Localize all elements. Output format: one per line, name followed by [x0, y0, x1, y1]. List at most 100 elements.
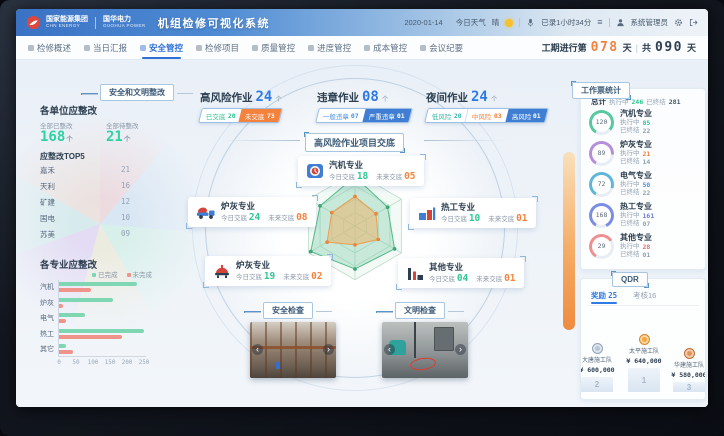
carousel-next-icon[interactable]: ›: [323, 344, 334, 355]
night-work-badges: 低风险20 中风险03 高风险01: [424, 108, 549, 123]
period-total-days: 090: [655, 40, 683, 55]
weather-value: 晴: [492, 17, 500, 28]
electric-cabinet: [434, 327, 454, 351]
tab-cost-control-icon: [364, 45, 370, 51]
app-window: 国家能源集团 CHN ENERGY 国华电力 GUOHUA POWER 机组检修…: [16, 9, 708, 407]
civil-inspection-photo[interactable]: ‹ ›: [382, 322, 468, 378]
qdr-badge: QDR: [612, 272, 648, 287]
x-axis: [58, 356, 146, 357]
high-risk-badge: 高风险01: [505, 109, 548, 122]
tab-daily-report-icon: [84, 45, 90, 51]
gear-icon[interactable]: [674, 18, 683, 27]
nav-bar: 检修概述 当日汇报 安全管控 检修项目 质量管控 进度管控 成本管控 会议纪要 …: [16, 36, 708, 60]
brand: 国家能源集团 CHN ENERGY 国华电力 GUOHUA POWER 机组检修…: [26, 15, 270, 31]
work-ticket-badge: 工作票统计: [572, 82, 630, 99]
qdr-panel: 奖励 25 考核16 大唐施工队 ¥ 600,000 2 太平施工队 ¥ 640…: [580, 278, 706, 400]
bar-undone: [59, 335, 122, 339]
all-done-value: 168个: [40, 129, 73, 145]
legend-undone-dot: [127, 273, 131, 277]
company-logo-icon: [26, 15, 41, 30]
tab-progress-control-icon: [308, 45, 314, 51]
decor-orange-gauge: [563, 152, 575, 330]
bar-done: [59, 313, 85, 317]
podium-rank3: 华建施工队 ¥ 580,000 3: [669, 348, 706, 393]
header-right: 2020-01-14 今日天气 晴 已录1小时34分 ≡ 系统管理员: [404, 17, 698, 28]
tab-meeting-minutes-icon: [420, 45, 426, 51]
stat-high-risk-work: 高风险作业24个 已交底20 未交底73: [200, 89, 282, 124]
tab-cost-control[interactable]: 成本管控: [364, 36, 407, 59]
low-risk-badge: 低风险20: [425, 109, 468, 122]
violation-badges: 一般违章07 严重违章01: [315, 108, 412, 123]
tab-safety-control-icon: [140, 45, 146, 51]
card-turbine: 汽机专业 今日交底 18 未来交底 05: [298, 156, 424, 186]
user-name[interactable]: 系统管理员: [631, 17, 669, 28]
silver-medal-icon: [592, 343, 603, 354]
project-period: 工期进行第 078 天 | 共 090 天: [542, 40, 696, 55]
carousel-next-icon[interactable]: ›: [455, 344, 466, 355]
exec-total: 246: [632, 98, 644, 106]
carousel-prev-icon[interactable]: ‹: [252, 344, 263, 355]
top5-row: 苏美09: [40, 229, 130, 240]
civil-inspection-title: 文明检查: [395, 302, 445, 319]
gold-medal-icon: [639, 334, 650, 345]
stat-night-work: 夜间作业24个 低风险20 中风险03 高风险01: [426, 89, 547, 124]
tab-overview[interactable]: 检修概述: [28, 36, 71, 59]
truck-icon: [196, 205, 216, 220]
tab-quality-control[interactable]: 质量管控: [252, 36, 295, 59]
ticket-item: 29 其他专业 执行中28 已终结01: [589, 233, 652, 259]
top5-title: 应整改TOP5: [40, 151, 85, 162]
ticket-item: 72 电气专业 执行中50 已终结22: [589, 171, 652, 197]
qdr-tab-assess[interactable]: 考核16: [633, 290, 656, 301]
profession-rectify-title: 各专业应整改: [40, 257, 97, 271]
safety-inspection-title: 安全检查: [263, 302, 313, 319]
microphone-icon[interactable]: [526, 18, 535, 27]
bronze-medal-icon: [684, 348, 695, 359]
tab-maintenance-project[interactable]: 检修项目: [196, 36, 239, 59]
stat-violation-work: 违章作业08个 一般违章07 严重违章01: [317, 89, 411, 124]
pump-icon: [213, 264, 231, 279]
tab-progress-control[interactable]: 进度管控: [308, 36, 351, 59]
carousel-prev-icon[interactable]: ‹: [384, 344, 395, 355]
logout-icon[interactable]: [689, 18, 698, 27]
disclosed-badge: 已交底20: [199, 109, 242, 122]
turbine-icon: [306, 162, 324, 180]
tab-meeting-minutes[interactable]: 会议纪要: [420, 36, 463, 59]
undisclosed-badge: 未交底73: [239, 109, 282, 122]
brand-company: 国华电力 GUOHUA POWER: [103, 16, 146, 29]
bar-done: [59, 329, 144, 333]
title-line-left: [222, 140, 300, 141]
brand-company-en: GUOHUA POWER: [103, 24, 146, 29]
card-ash-1: 炉灰专业 今日交底 24 未来交底 08: [188, 197, 316, 227]
bar-undone: [59, 350, 73, 354]
record-duration: 已录1小时34分: [541, 17, 591, 28]
bar-undone: [59, 288, 91, 292]
safety-inspection-photo[interactable]: ‹ ›: [250, 322, 336, 378]
app-title: 机组检修可视化系统: [158, 15, 271, 31]
title-line-right: [424, 140, 502, 141]
end-total: 281: [669, 98, 681, 106]
donut-ring: 72: [589, 172, 614, 197]
tab-maintenance-project-icon: [196, 45, 202, 51]
menu-icon[interactable]: ≡: [597, 18, 602, 27]
brand-group-en: CHN ENERGY: [46, 24, 88, 29]
ticket-item: 120 汽机专业 执行中85 已终结22: [589, 109, 652, 135]
mid-risk-badge: 中风险03: [465, 109, 509, 122]
normal-violation-badge: 一般违章07: [316, 109, 365, 122]
sun-icon: [505, 19, 513, 27]
bar-done: [59, 298, 113, 302]
legend-done-dot: [92, 273, 96, 277]
high-risk-badges: 已交底20 未交底73: [198, 108, 282, 123]
weather-label: 今日天气: [456, 17, 486, 28]
ticket-item: 168 热工专业 执行中161 已终结07: [589, 202, 654, 228]
header-date: 2020-01-14: [404, 18, 442, 27]
card-other: 其他专业 今日交底 04 未来交底 01: [398, 258, 524, 288]
qdr-tab-reward[interactable]: 奖励 25: [591, 290, 617, 301]
severe-violation-badge: 严重违章01: [362, 109, 411, 122]
bar-chart-legend: 已完成 未完成: [92, 269, 152, 279]
tab-safety-control[interactable]: 安全管控: [140, 36, 183, 59]
brand-divider: [95, 17, 96, 29]
radar-section-title: 高风险作业项目交底: [305, 133, 404, 152]
tab-daily-report[interactable]: 当日汇报: [84, 36, 127, 59]
worker-figure: [276, 362, 280, 369]
bar-done: [59, 344, 66, 348]
